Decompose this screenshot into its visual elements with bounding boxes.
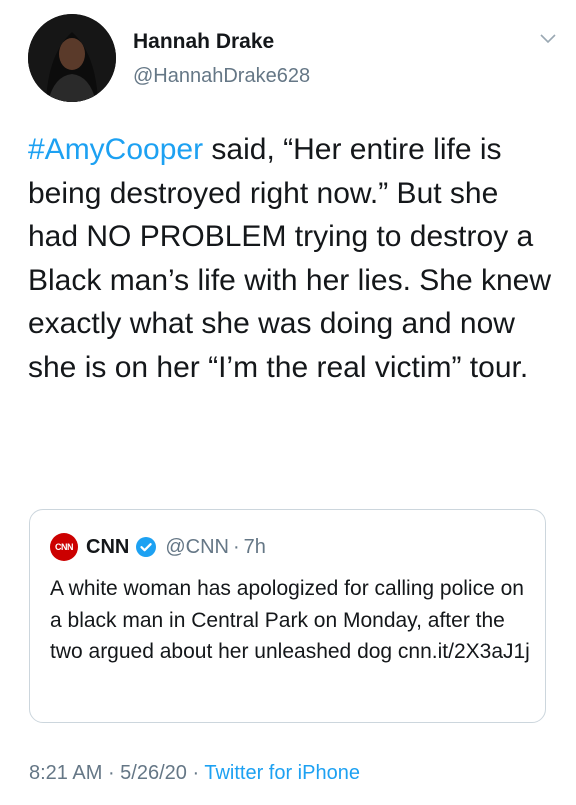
- author-handle[interactable]: @HannahDrake628: [133, 65, 310, 88]
- separator-dot: ·: [232, 535, 240, 558]
- quoted-time: 7h: [243, 535, 266, 558]
- verified-badge-icon: [136, 537, 157, 557]
- tweet-meta: 8:21 AM · 5/26/20 · Twitter for iPhone: [29, 762, 360, 785]
- quoted-author-name: CNN: [86, 535, 130, 558]
- tweet-date: 5/26/20: [120, 762, 187, 784]
- tweet-text: #AmyCooper said, “Her entire life is bei…: [28, 128, 553, 389]
- cnn-logo: CNN: [50, 533, 78, 561]
- tweet-time: 8:21 AM: [29, 762, 103, 784]
- chevron-down-icon[interactable]: [538, 28, 558, 48]
- quoted-tweet-header: CNN CNN @CNN · 7h: [50, 533, 266, 561]
- meta-separator: ·: [186, 762, 205, 784]
- quoted-tweet[interactable]: CNN CNN @CNN · 7h A white woman has apol…: [29, 509, 546, 723]
- quoted-tweet-text: A white woman has apologized for calling…: [50, 577, 530, 663]
- tweet-header: Hannah Drake @HannahDrake628: [28, 14, 558, 110]
- hashtag-link[interactable]: #AmyCooper: [28, 133, 203, 166]
- tweet-source-link[interactable]: Twitter for iPhone: [204, 762, 360, 784]
- meta-separator: ·: [102, 762, 121, 784]
- quoted-author-handle: @CNN: [165, 535, 229, 558]
- tweet-body: said, “Her entire life is being destroye…: [28, 133, 552, 384]
- avatar[interactable]: [28, 14, 116, 102]
- author-name[interactable]: Hannah Drake: [133, 30, 274, 54]
